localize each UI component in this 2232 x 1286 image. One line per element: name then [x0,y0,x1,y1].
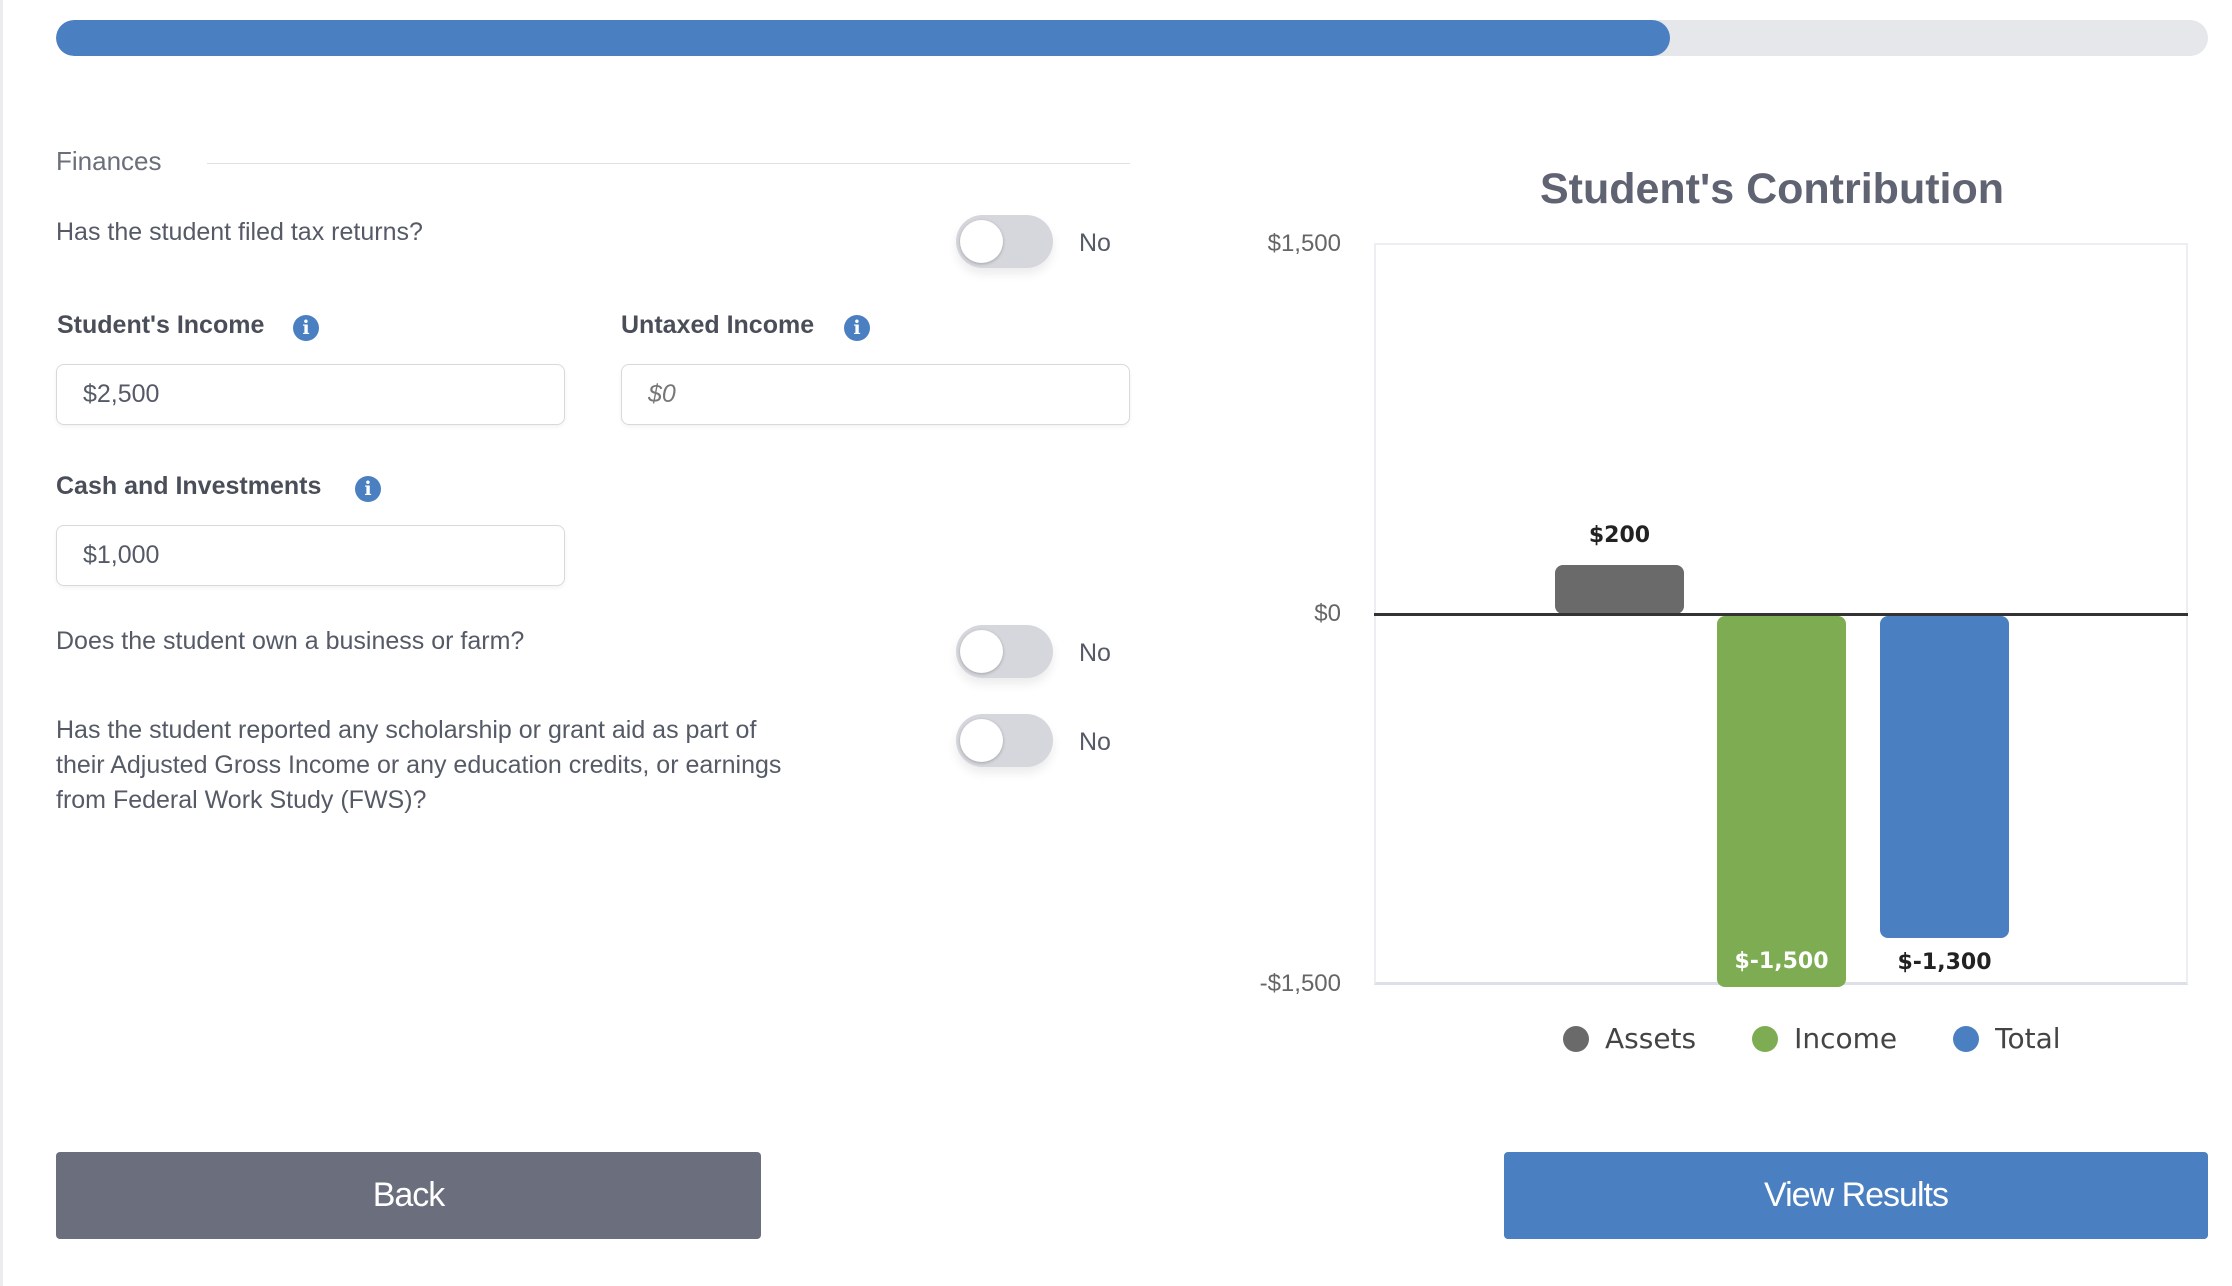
bar-income[interactable] [1717,616,1846,987]
scholarship-value: No [1079,728,1111,756]
student-income-input[interactable] [56,364,565,425]
bar-total[interactable] [1880,616,2009,938]
cash-investments-label: Cash and Investments [56,472,322,500]
legend-item-assets[interactable]: Assets [1563,1022,1696,1055]
question-scholarship: Has the student reported any scholarship… [56,713,781,818]
legend-item-total[interactable]: Total [1953,1022,2061,1055]
page-edge [0,0,3,1286]
chart-legend: Assets Income Total [1563,1022,2061,1055]
chart-title: Student's Contribution [1539,165,2005,213]
info-icon[interactable]: i [293,315,319,341]
scholarship-toggle[interactable] [956,714,1053,767]
y-tick-label: $1,500 [1267,230,1341,257]
legend-item-income[interactable]: Income [1752,1022,1897,1055]
section-divider [207,163,1130,164]
zero-line [1374,613,2188,616]
progress-fill [56,20,1670,56]
bar-assets[interactable] [1555,564,1684,614]
question-tax-returns: Has the student filed tax returns? [56,218,423,246]
legend-label: Total [1995,1022,2061,1055]
toggle-knob [960,630,1003,673]
legend-dot [1563,1025,1589,1052]
data-label: $-1,300 [1897,949,1992,975]
data-label: $-1,500 [1734,949,1829,974]
untaxed-income-input[interactable] [621,364,1130,425]
progress-bar [56,20,2208,56]
question-business: Does the student own a business or farm? [56,627,525,655]
student-income-label: Student's Income [57,311,265,339]
legend-dot [1752,1025,1779,1052]
untaxed-income-label: Untaxed Income [621,311,815,339]
cash-investments-input[interactable] [56,525,565,586]
y-tick-label: $0 [1314,600,1341,627]
question-line: Has the student reported any scholarship… [56,716,757,744]
legend-label: Income [1794,1022,1898,1055]
question-line: their Adjusted Gross Income or any educa… [56,751,782,779]
back-button[interactable]: Back [56,1152,761,1239]
business-toggle[interactable] [956,625,1053,678]
legend-label: Assets [1605,1022,1697,1055]
info-icon[interactable]: i [844,315,870,341]
question-line: from Federal Work Study (FWS)? [56,786,427,814]
data-label: $200 [1588,522,1651,548]
y-tick-label: -$1,500 [1259,970,1341,997]
section-title: Finances [56,146,162,176]
info-icon[interactable]: i [355,476,381,502]
tax-returns-value: No [1079,229,1111,257]
tax-returns-toggle[interactable] [956,215,1053,268]
legend-dot [1953,1025,1980,1052]
toggle-knob [960,220,1003,263]
view-results-button[interactable]: View Results [1504,1152,2208,1239]
business-value: No [1079,639,1111,667]
toggle-knob [960,719,1003,762]
